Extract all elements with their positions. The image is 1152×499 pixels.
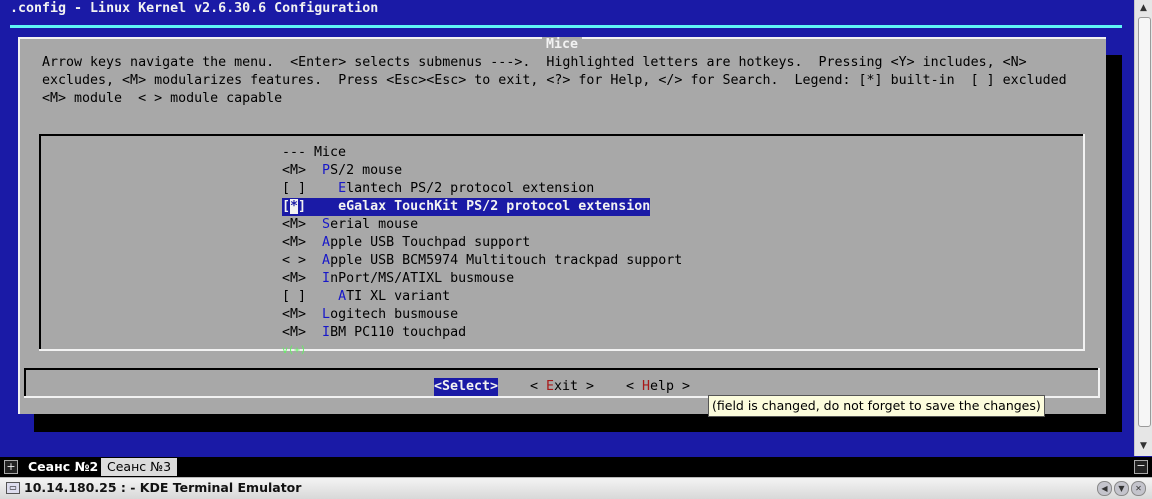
item-hotkey: A <box>322 235 331 250</box>
item-state-open: [ <box>282 199 291 214</box>
button-bracket: < <box>530 379 547 394</box>
item-hotkey: I <box>322 325 331 340</box>
item-indent <box>306 199 338 214</box>
help-line-1: Arrow keys navigate the menu. <Enter> se… <box>42 55 1027 70</box>
button-hotkey: H <box>642 379 651 394</box>
new-tab-icon[interactable]: + <box>4 460 18 474</box>
item-state: <M> <box>282 307 307 322</box>
terminal-app-icon: ▭ <box>6 482 20 494</box>
tab-session-2[interactable]: Сеанс №2 <box>22 458 105 476</box>
item-indent <box>306 289 338 304</box>
item-hotkey: I <box>322 271 331 286</box>
close-tab-icon[interactable]: − <box>1134 460 1148 474</box>
menu-item-logitech-busmouse[interactable]: <M> Logitech busmouse <box>282 306 458 324</box>
item-indent <box>306 325 322 340</box>
button-bar-border-top <box>24 368 1100 370</box>
restore-icon[interactable]: ▼ <box>1114 481 1129 496</box>
menu-item-apple-usb-touchpad[interactable]: <M> Apple USB Touchpad support <box>282 234 530 252</box>
item-hotkey: S <box>322 217 331 232</box>
change-tooltip: (field is changed, do not forget to save… <box>708 395 1045 417</box>
item-state: <M> <box>282 271 307 286</box>
terminal-screen[interactable]: .config - Linux Kernel v2.6.30.6 Configu… <box>0 0 1134 456</box>
item-indent <box>306 271 322 286</box>
help-line-2: excludes, <M> modularizes features. Pres… <box>42 73 1067 88</box>
item-label: BM PC110 touchpad <box>330 325 467 340</box>
button-bar-border-right <box>1098 368 1100 398</box>
menu-header-mice: --- Mice <box>282 145 347 160</box>
scrollbar-thumb[interactable] <box>1138 17 1151 427</box>
item-indent <box>306 163 322 178</box>
menu-box-border-top <box>39 134 1085 136</box>
window-taskbar: ▭ 10.14.180.25 : - KDE Terminal Emulator… <box>0 477 1152 499</box>
item-state: < > <box>282 253 307 268</box>
exit-button[interactable]: < Exit > <box>530 378 594 396</box>
menu-item-egalax-touchkit[interactable]: [*] eGalax TouchKit PS/2 protocol extens… <box>282 198 651 216</box>
button-bar-border-left <box>24 368 26 398</box>
button-hotkey: E <box>546 379 555 394</box>
item-state: <M> <box>282 163 307 178</box>
item-state-close: ] <box>298 199 307 214</box>
menu-box <box>39 134 1085 351</box>
item-indent <box>306 235 322 250</box>
menu-box-border-right <box>1083 134 1085 351</box>
session-tab-bar: + Сеанс №2 Сеанс №3 − <box>0 457 1152 477</box>
button-label: elp > <box>650 379 691 394</box>
menu-box-border-left <box>39 134 41 351</box>
item-label: erial mouse <box>330 217 419 232</box>
minimize-icon[interactable]: ◀ <box>1097 481 1112 496</box>
item-indent <box>306 253 322 268</box>
item-label: lantech PS/2 protocol extension <box>346 181 595 196</box>
item-label: nPort/MS/ATIXL busmouse <box>330 271 515 286</box>
config-title: .config - Linux Kernel v2.6.30.6 Configu… <box>10 1 379 16</box>
menu-box-border-bottom <box>39 349 1085 351</box>
menu-item-serial-mouse[interactable]: <M> Serial mouse <box>282 216 418 234</box>
button-bracket: < <box>626 379 643 394</box>
item-hotkey: A <box>338 289 347 304</box>
item-indent <box>306 181 338 196</box>
item-state: <M> <box>282 235 307 250</box>
item-indent <box>306 217 322 232</box>
item-state: [ ] <box>282 181 307 196</box>
item-state: <M> <box>282 217 307 232</box>
item-label: TI XL variant <box>346 289 451 304</box>
item-hotkey: E <box>338 181 347 196</box>
item-label: pple USB Touchpad support <box>330 235 531 250</box>
dialog-shadow-right <box>1106 55 1122 432</box>
item-label: ogitech busmouse <box>330 307 459 322</box>
menu-item-inport-busmouse[interactable]: <M> InPort/MS/ATIXL busmouse <box>282 270 514 288</box>
item-hotkey: e <box>338 199 347 214</box>
item-hotkey: A <box>322 253 331 268</box>
item-state: [ ] <box>282 289 307 304</box>
item-hotkey: L <box>322 307 331 322</box>
window-title: 10.14.180.25 : - KDE Terminal Emulator <box>24 480 302 495</box>
item-label: Galax TouchKit PS/2 protocol extension <box>346 199 651 214</box>
item-state-cursor: * <box>290 199 299 214</box>
menu-item-elantech[interactable]: [ ] Elantech PS/2 protocol extension <box>282 180 594 198</box>
item-label: pple USB BCM5974 Multitouch trackpad sup… <box>330 253 683 268</box>
select-button[interactable]: <Select> <box>434 378 499 396</box>
menu-item-ati-xl-variant[interactable]: [ ] ATI XL variant <box>282 288 450 306</box>
tab-session-3[interactable]: Сеанс №3 <box>101 458 178 476</box>
dialog-border-left <box>18 37 20 414</box>
close-icon[interactable]: ✕ <box>1131 481 1146 496</box>
button-label: xit > <box>554 379 595 394</box>
menu-item-apple-bcm5974[interactable]: < > Apple USB BCM5974 Multitouch trackpa… <box>282 252 682 270</box>
more-items-indicator: v(+) <box>282 345 307 356</box>
help-line-3: <M> module < > module capable <box>42 91 283 106</box>
item-indent <box>306 307 322 322</box>
dialog-title: Mice <box>542 37 583 53</box>
terminal-scrollbar[interactable]: ▲ ▼ <box>1134 0 1152 456</box>
item-state: <M> <box>282 325 307 340</box>
item-hotkey: P <box>322 163 331 178</box>
title-underline <box>10 25 1122 28</box>
menu-item-ibm-pc110[interactable]: <M> IBM PC110 touchpad <box>282 324 466 342</box>
scroll-up-arrow-icon[interactable]: ▲ <box>1137 2 1150 15</box>
scroll-down-arrow-icon[interactable]: ▼ <box>1137 440 1150 453</box>
item-label: S/2 mouse <box>330 163 403 178</box>
help-button[interactable]: < Help > <box>626 378 690 396</box>
menu-item-ps2-mouse[interactable]: <M> PS/2 mouse <box>282 162 402 180</box>
